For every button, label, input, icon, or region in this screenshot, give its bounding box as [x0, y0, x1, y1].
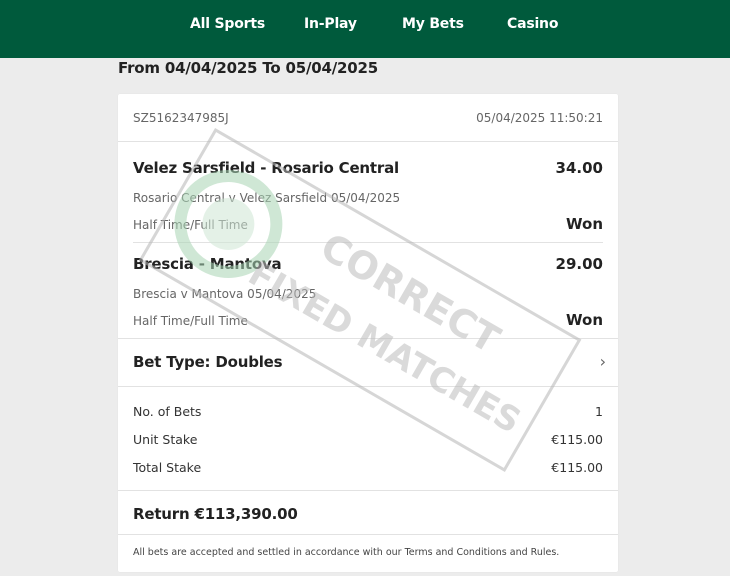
date-range-heading: From 04/04/2025 To 05/04/2025: [118, 59, 378, 77]
selection-market: Half Time/Full Time: [133, 218, 248, 232]
top-navigation: All Sports In-Play My Bets Casino: [0, 0, 730, 58]
stat-label: Unit Stake: [133, 432, 198, 447]
selection-title: Brescia - Mantova: [133, 255, 282, 273]
nav-in-play[interactable]: In-Play: [304, 0, 357, 48]
stat-value: €115.00: [551, 432, 603, 447]
stat-value: 1: [595, 404, 603, 419]
selection-event: Rosario Central v Velez Sarsfield 05/04/…: [133, 191, 401, 205]
nav-all-sports[interactable]: All Sports: [190, 0, 265, 48]
divider: [118, 141, 618, 142]
bet-timestamp: 05/04/2025 11:50:21: [476, 111, 603, 125]
selection-odds: 29.00: [555, 255, 603, 273]
nav-my-bets[interactable]: My Bets: [402, 0, 464, 48]
divider: [118, 386, 618, 387]
divider: [118, 490, 618, 491]
bet-slip-card: SZ5162347985J 05/04/2025 11:50:21 Velez …: [118, 94, 618, 572]
selection-market: Half Time/Full Time: [133, 314, 248, 328]
stat-label: No. of Bets: [133, 404, 202, 419]
bet-type-row[interactable]: Bet Type: Doubles: [133, 353, 283, 371]
chevron-right-icon[interactable]: ›: [600, 352, 606, 371]
selection-title: Velez Sarsfield - Rosario Central: [133, 159, 399, 177]
divider: [118, 534, 618, 535]
terms-text: All bets are accepted and settled in acc…: [133, 547, 560, 558]
return-amount: Return €113,390.00: [133, 505, 298, 523]
bet-reference: SZ5162347985J: [133, 111, 229, 125]
selection-event: Brescia v Mantova 05/04/2025: [133, 287, 317, 301]
divider: [133, 242, 603, 243]
nav-casino[interactable]: Casino: [507, 0, 558, 48]
selection-odds: 34.00: [555, 159, 603, 177]
divider: [118, 338, 618, 339]
stat-value: €115.00: [551, 460, 603, 475]
selection-result: Won: [566, 311, 603, 329]
selection-result: Won: [566, 215, 603, 233]
stat-label: Total Stake: [133, 460, 202, 475]
